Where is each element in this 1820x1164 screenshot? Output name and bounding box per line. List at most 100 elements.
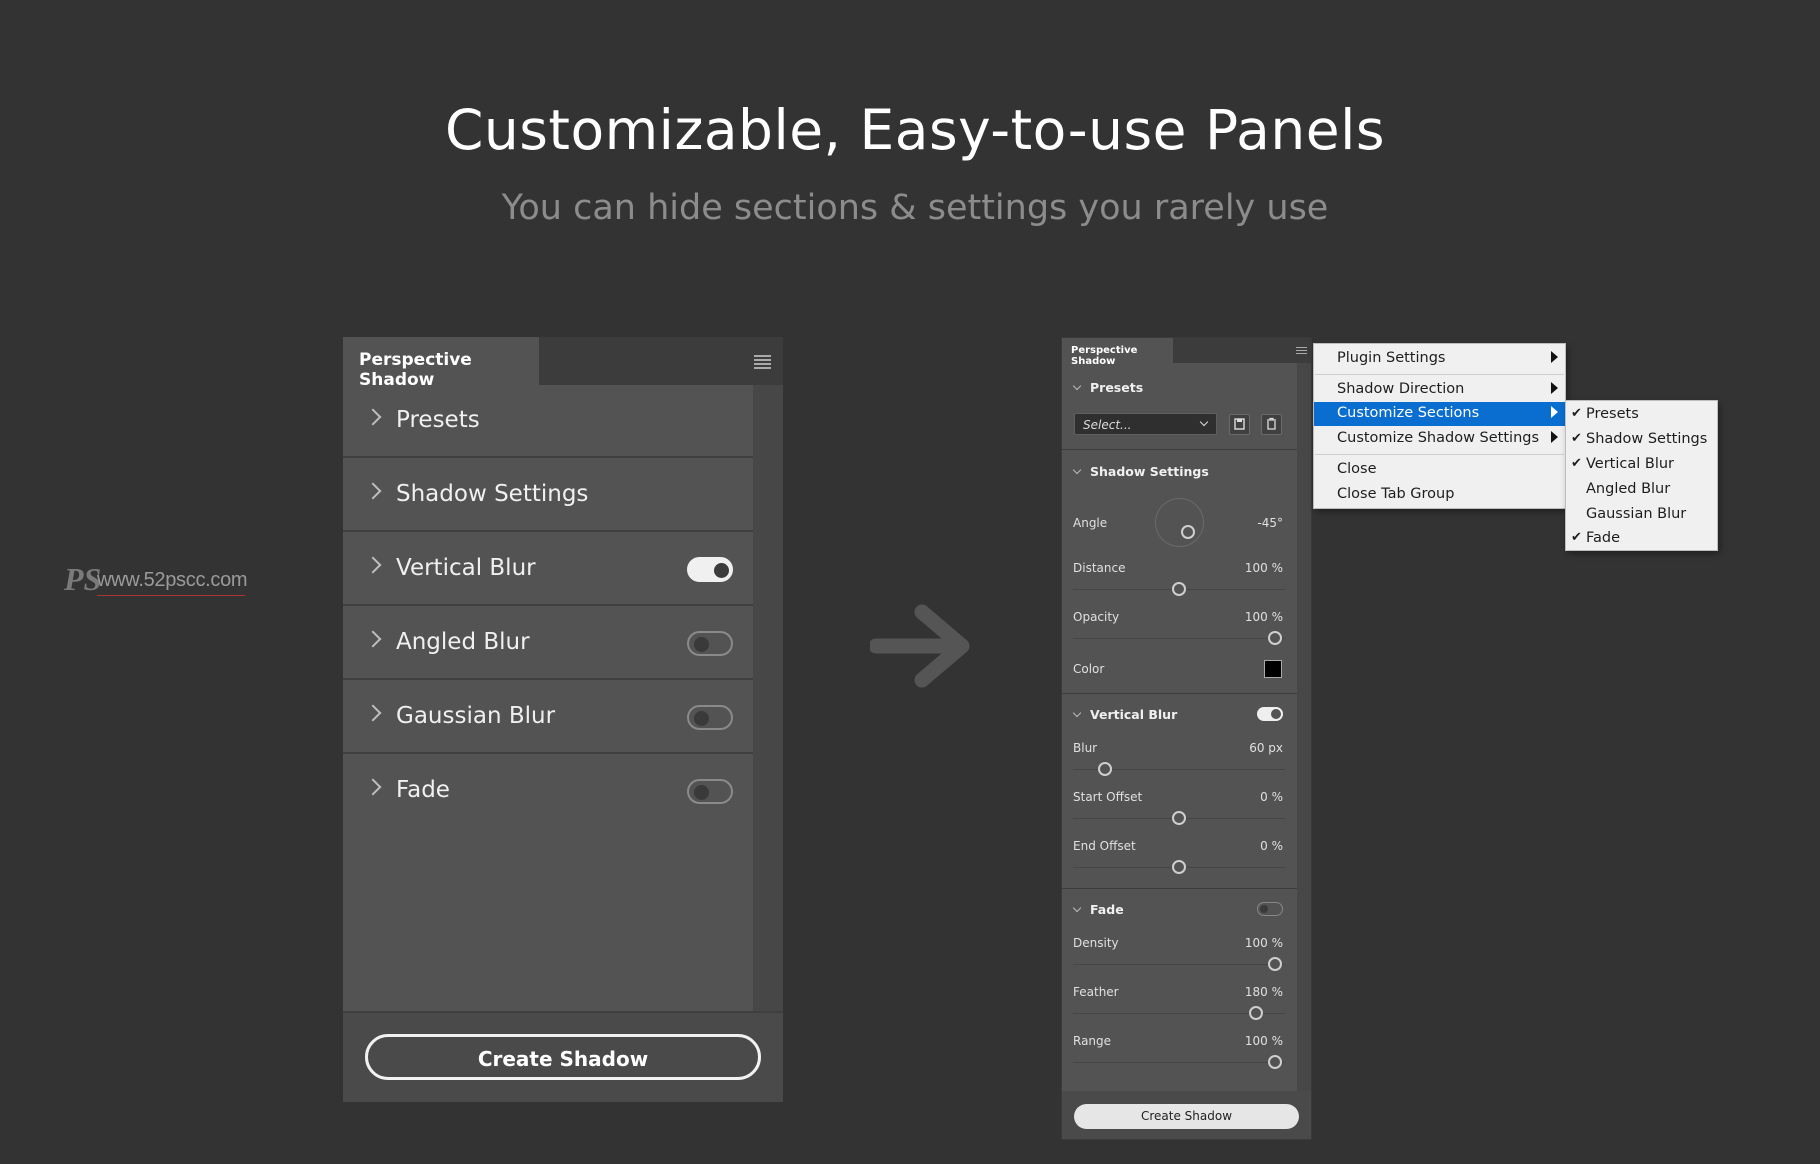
menu-item-customize-sections[interactable]: Customize Sections [1314, 402, 1565, 426]
section-gaussian-blur[interactable]: Gaussian Blur [343, 681, 753, 754]
density-slider-handle[interactable] [1268, 957, 1282, 971]
watermark-underline [97, 595, 245, 596]
blur-slider-handle[interactable] [1098, 762, 1112, 776]
small-panel: Perspective Shadow Presets Select... Sha… [1061, 337, 1312, 1140]
menu-separator [1315, 374, 1564, 375]
divider [1062, 693, 1297, 694]
create-shadow-button[interactable]: Create Shadow [1074, 1104, 1299, 1129]
section-fade-header[interactable]: Fade [1072, 902, 1124, 917]
hero-title: Customizable, Easy-to-use Panels [444, 98, 1386, 162]
density-slider[interactable] [1073, 964, 1285, 965]
submenu-item-shadow-settings[interactable]: ✔ Shadow Settings [1566, 428, 1717, 452]
menu-item-close-tab-group[interactable]: Close Tab Group [1314, 483, 1565, 507]
range-label: Range [1073, 1034, 1112, 1048]
divider [1062, 449, 1297, 450]
scrollbar[interactable] [753, 385, 783, 1011]
range-slider[interactable] [1073, 1062, 1285, 1063]
chevron-down-icon [1072, 381, 1082, 391]
vertical-blur-toggle[interactable] [687, 557, 733, 582]
section-presets[interactable]: Presets [343, 385, 753, 458]
blur-value: 60 px [1249, 741, 1283, 755]
save-icon [1234, 418, 1245, 430]
hamburger-icon[interactable] [754, 355, 771, 369]
preset-select[interactable]: Select... [1074, 413, 1217, 435]
fade-toggle[interactable] [1257, 902, 1283, 916]
density-value: 100 % [1244, 936, 1283, 950]
section-title: Presets [1090, 380, 1144, 395]
trash-icon [1267, 417, 1276, 430]
panel-footer: Create Shadow [343, 1011, 783, 1102]
section-angled-blur[interactable]: Angled Blur [343, 607, 753, 680]
submenu-item-label: Presets [1586, 406, 1639, 422]
checkmark-icon: ✔ [1571, 431, 1582, 446]
scrollbar[interactable] [1297, 363, 1311, 1115]
section-vertical-blur-header[interactable]: Vertical Blur [1072, 707, 1177, 722]
menu-item-customize-shadow-settings[interactable]: Customize Shadow Settings [1314, 427, 1565, 451]
feather-value: 180 % [1244, 985, 1283, 999]
chevron-right-icon [364, 556, 382, 574]
submenu-arrow-icon [1551, 382, 1558, 394]
menu-item-label: Close [1337, 461, 1377, 477]
delete-preset-button[interactable] [1261, 414, 1282, 435]
menu-item-plugin-settings[interactable]: Plugin Settings [1314, 347, 1565, 371]
section-label: Presets [396, 407, 480, 433]
submenu-item-label: Vertical Blur [1586, 456, 1675, 472]
angled-blur-toggle[interactable] [687, 631, 733, 656]
chevron-down-icon [1072, 708, 1082, 718]
preset-select-value: Select... [1083, 418, 1132, 432]
section-title: Shadow Settings [1090, 464, 1209, 479]
watermark: PS www.52pscc.com [64, 561, 248, 599]
section-shadow-settings[interactable]: Shadow Settings [343, 459, 753, 532]
chevron-down-icon [1199, 417, 1209, 427]
angle-dial-handle[interactable] [1181, 525, 1195, 539]
distance-slider-handle[interactable] [1172, 582, 1186, 596]
color-swatch[interactable] [1264, 660, 1282, 678]
range-value: 100 % [1244, 1034, 1283, 1048]
section-vertical-blur[interactable]: Vertical Blur [343, 533, 753, 606]
chevron-down-icon [1072, 903, 1082, 913]
feather-slider-handle[interactable] [1249, 1006, 1263, 1020]
submenu-item-presets[interactable]: ✔ Presets [1566, 403, 1717, 427]
angle-label: Angle [1073, 516, 1108, 530]
divider [1062, 888, 1297, 889]
section-presets-header[interactable]: Presets [1072, 380, 1143, 395]
submenu-item-angled-blur[interactable]: Angled Blur [1566, 478, 1717, 502]
panel-tab[interactable]: Perspective Shadow [343, 337, 539, 390]
vertical-blur-toggle[interactable] [1257, 707, 1283, 721]
large-panel: Perspective Shadow Presets Shadow Settin… [343, 337, 783, 1102]
submenu-item-label: Angled Blur [1586, 481, 1671, 497]
start-offset-slider-handle[interactable] [1172, 811, 1186, 825]
section-shadow-settings-header[interactable]: Shadow Settings [1072, 464, 1209, 479]
gaussian-blur-toggle[interactable] [687, 705, 733, 730]
opacity-label: Opacity [1073, 610, 1120, 624]
watermark-url: www.52pscc.com [97, 569, 248, 591]
section-label: Gaussian Blur [396, 703, 556, 729]
panel-tab[interactable]: Perspective Shadow [1062, 338, 1173, 367]
opacity-slider-handle[interactable] [1268, 631, 1282, 645]
submenu-item-gaussian-blur[interactable]: Gaussian Blur [1566, 503, 1717, 527]
submenu-item-vertical-blur[interactable]: ✔ Vertical Blur [1566, 453, 1717, 477]
end-offset-slider-handle[interactable] [1172, 860, 1186, 874]
checkmark-icon: ✔ [1571, 530, 1582, 545]
range-slider-handle[interactable] [1268, 1055, 1282, 1069]
checkmark-icon: ✔ [1571, 456, 1582, 471]
start-offset-value: 0 % [1260, 790, 1283, 804]
menu-item-label: Customize Shadow Settings [1337, 430, 1540, 446]
opacity-slider[interactable] [1073, 638, 1285, 639]
section-title: Vertical Blur [1090, 707, 1178, 722]
chevron-right-icon [364, 778, 382, 796]
menu-item-close[interactable]: Close [1314, 458, 1565, 482]
angle-dial[interactable] [1155, 498, 1204, 547]
hamburger-icon[interactable] [1296, 347, 1307, 355]
section-label: Vertical Blur [396, 555, 536, 581]
menu-item-shadow-direction[interactable]: Shadow Direction [1314, 378, 1565, 402]
submenu-item-fade[interactable]: ✔ Fade [1566, 527, 1717, 551]
save-preset-button[interactable] [1229, 414, 1250, 435]
blur-label: Blur [1073, 741, 1098, 755]
create-shadow-button[interactable]: Create Shadow [365, 1034, 761, 1080]
chevron-right-icon [364, 704, 382, 722]
fade-toggle[interactable] [687, 779, 733, 804]
section-fade[interactable]: Fade [343, 755, 753, 828]
submenu-arrow-icon [1551, 431, 1558, 443]
menu-item-label: Close Tab Group [1337, 486, 1455, 502]
